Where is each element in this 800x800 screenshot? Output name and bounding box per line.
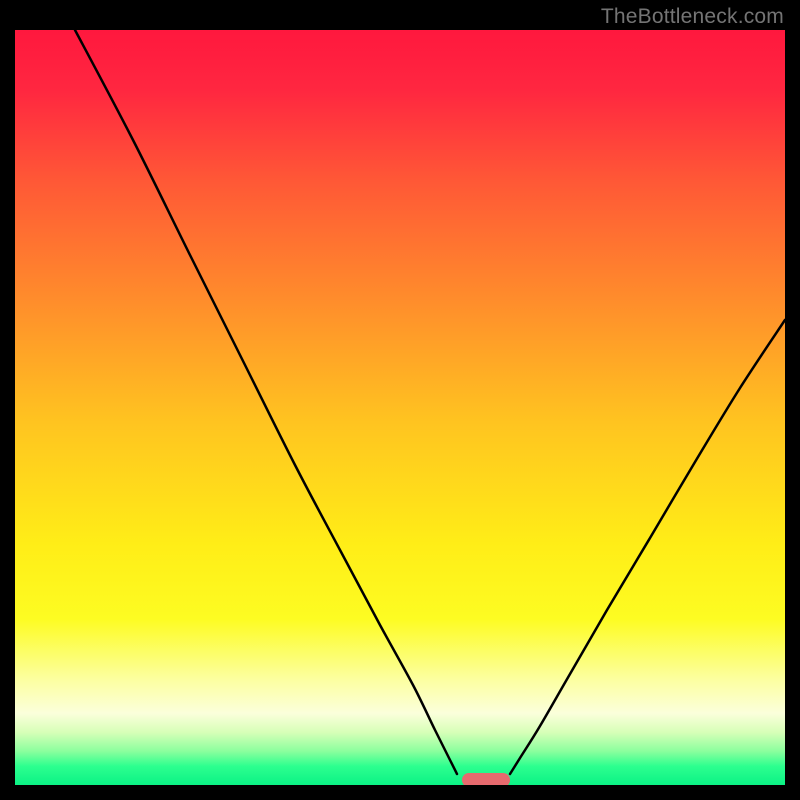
optimal-marker xyxy=(462,773,510,785)
chart-frame xyxy=(15,30,785,785)
watermark-text: TheBottleneck.com xyxy=(601,5,784,29)
bottleneck-chart xyxy=(15,30,785,785)
chart-background xyxy=(15,30,785,785)
